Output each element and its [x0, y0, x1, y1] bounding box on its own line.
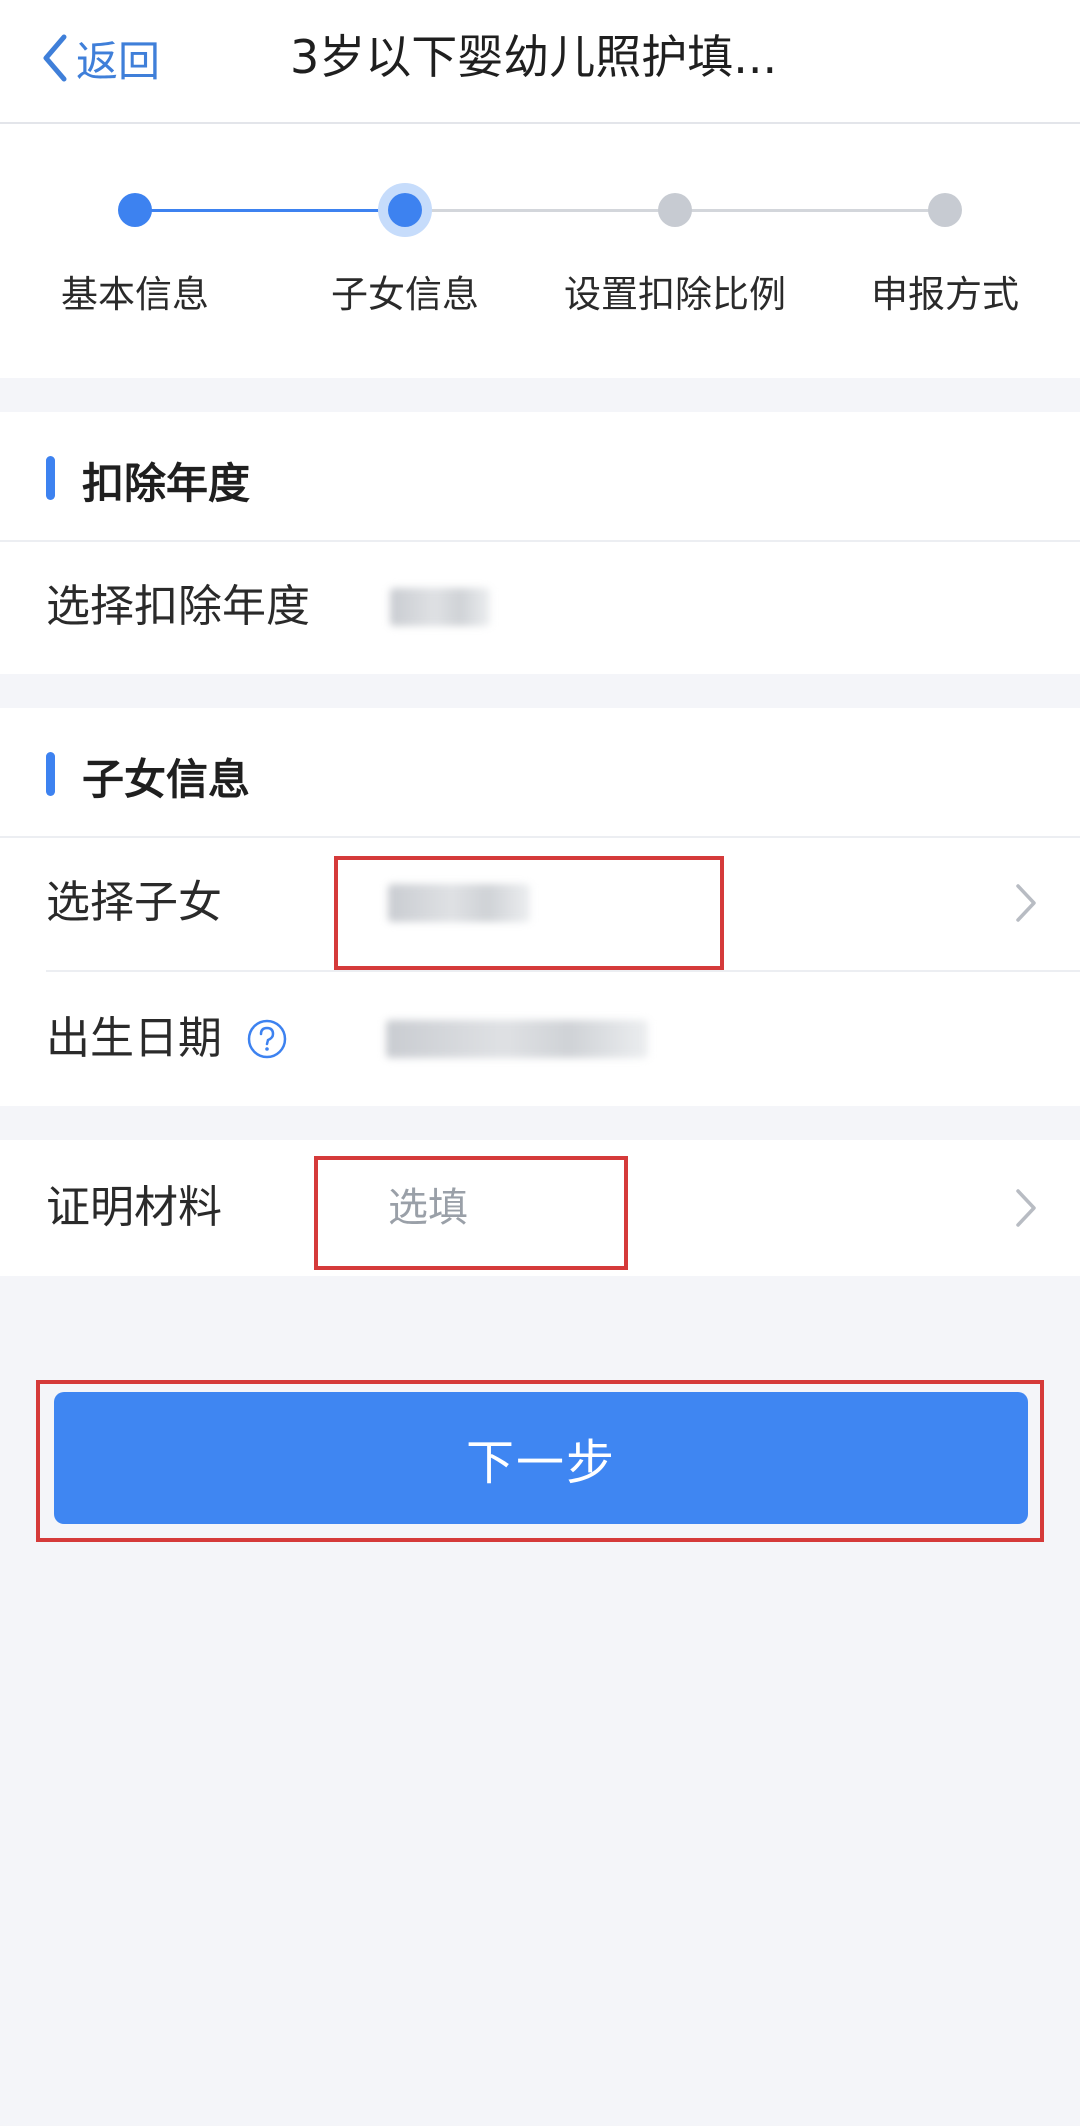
- step-4-label: 申报方式: [871, 273, 1019, 316]
- step-3-label: 设置扣除比例: [564, 273, 786, 316]
- row-label: 出生日期: [46, 1013, 222, 1064]
- step-2-label: 子女信息: [331, 273, 479, 316]
- page-title: 3岁以下婴幼儿照护填...: [290, 30, 778, 84]
- annotation-box-proof: [314, 1156, 628, 1270]
- step-2-dot: [388, 193, 422, 227]
- redacted-birth-date: [386, 1020, 648, 1058]
- select-deduction-year-row[interactable]: 选择扣除年度: [0, 542, 1080, 672]
- birth-date-row: 出生日期: [0, 974, 1080, 1104]
- row-divider: [46, 970, 1080, 972]
- section-title: 扣除年度: [82, 459, 251, 508]
- step-4-dot: [928, 193, 962, 227]
- chevron-right-icon: [1016, 1189, 1036, 1227]
- row-label: 选择子女: [46, 877, 222, 928]
- step-connector: [675, 209, 945, 212]
- chevron-right-icon: [1016, 884, 1036, 922]
- section-accent-bar: [46, 456, 55, 500]
- step-connector: [135, 209, 405, 212]
- row-label: 选择扣除年度: [46, 581, 310, 632]
- question-circle-icon[interactable]: [246, 1018, 288, 1060]
- redacted-year-value: [390, 588, 490, 626]
- section-header: 扣除年度: [0, 412, 1080, 542]
- section-header: 子女信息: [0, 708, 1080, 838]
- annotation-box-child: [334, 856, 724, 970]
- section-title: 子女信息: [82, 755, 251, 804]
- step-1-dot: [118, 193, 152, 227]
- step-progress: 基本信息 子女信息 设置扣除比例 申报方式: [0, 124, 1080, 378]
- chevron-left-icon: [43, 34, 67, 82]
- step-1-label: 基本信息: [61, 273, 209, 316]
- navigation-bar: 返回 3岁以下婴幼儿照护填...: [0, 0, 1080, 124]
- deduction-year-section: 扣除年度 选择扣除年度: [0, 412, 1080, 674]
- step-3-dot: [658, 193, 692, 227]
- back-label: 返回: [76, 36, 161, 86]
- back-button[interactable]: 返回: [40, 28, 160, 88]
- annotation-box-next: [36, 1380, 1044, 1542]
- section-accent-bar: [46, 752, 55, 796]
- row-label: 证明材料: [46, 1182, 222, 1233]
- step-connector: [405, 209, 675, 212]
